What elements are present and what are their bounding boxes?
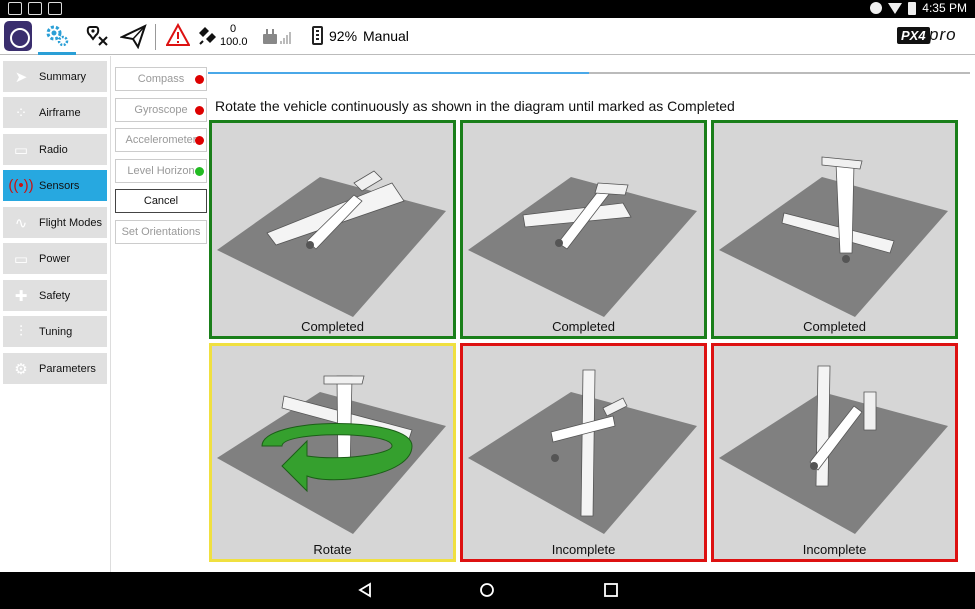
nav-label: Airframe (39, 106, 81, 119)
tile-status-label: Completed (803, 319, 866, 334)
orientation-tile: Incomplete (460, 343, 707, 562)
orientation-tile: Completed (209, 120, 456, 339)
recents-icon[interactable] (603, 582, 619, 603)
calibration-instructions: Rotate the vehicle continuously as shown… (215, 98, 735, 114)
gear-icon (46, 25, 69, 47)
paper-plane-icon: ➤ (14, 68, 28, 86)
android-navigation-bar (0, 572, 975, 609)
cancel-button[interactable]: Cancel (115, 189, 207, 213)
first-aid-icon: ✚ (14, 287, 28, 305)
home-icon[interactable] (479, 582, 495, 603)
nav-label: Flight Modes (39, 216, 102, 229)
nav-radio[interactable]: ▭ Radio (3, 134, 107, 165)
gps-satellite-count: 0 (230, 23, 237, 35)
nav-label: Parameters (39, 362, 96, 375)
orientation-tile: Completed (711, 120, 958, 339)
tile-status-label: Completed (301, 319, 364, 334)
gmail-notification-icon (28, 2, 42, 15)
status-dot-icon (195, 75, 204, 84)
flight-modes-icon: ∿ (14, 214, 28, 232)
nav-summary[interactable]: ➤ Summary (3, 61, 107, 92)
app-logo-icon[interactable] (4, 21, 32, 51)
nav-label: Tuning (39, 325, 73, 338)
battery-status-icon (908, 1, 917, 15)
airframe-icon: ⁘ (14, 104, 28, 122)
compass-button[interactable]: Compass (115, 67, 207, 91)
accelerometer-button[interactable]: Accelerometer (115, 128, 207, 152)
orientation-tile: Completed (460, 120, 707, 339)
nav-label: Radio (39, 143, 68, 156)
nav-power[interactable]: ▭ Power (3, 243, 107, 274)
satellite-icon[interactable] (196, 23, 218, 52)
fly-view-icon[interactable] (118, 23, 148, 54)
sensor-label: Accelerometer (125, 134, 197, 146)
gps-hdop: 100.0 (220, 36, 248, 48)
tile-status-label: Rotate (313, 542, 352, 557)
nav-safety[interactable]: ✚ Safety (3, 280, 107, 311)
clock: 4:35 PM (922, 1, 967, 15)
sensor-label: Gyroscope (134, 104, 188, 116)
gyroscope-button[interactable]: Gyroscope (115, 98, 207, 122)
sensor-label: Compass (137, 73, 185, 85)
nav-label: Summary (39, 70, 87, 83)
status-dot-icon (195, 167, 204, 176)
setup-navigation: ➤ Summary ⁘ Airframe ▭ Radio ((•)) Senso… (0, 56, 110, 572)
nav-label: Sensors (39, 179, 80, 192)
status-dot-icon (195, 106, 204, 115)
set-orientations-button[interactable]: Set Orientations (115, 220, 207, 244)
back-icon[interactable] (357, 582, 373, 603)
vehicle-setup-button[interactable] (38, 18, 76, 55)
nav-parameters[interactable]: ⚙ Parameters (3, 353, 107, 384)
tile-status-label: Incomplete (551, 542, 616, 557)
screenshot-notification-icon (8, 2, 22, 15)
android-status-bar: 4:35 PM (0, 0, 975, 18)
nav-label: Safety (39, 289, 71, 302)
orientation-tile: Incomplete (711, 343, 958, 562)
sensor-label: Level Horizon (127, 165, 195, 177)
sensors-icon: ((•)) (8, 177, 34, 194)
progress-fill (208, 72, 589, 74)
nav-airframe[interactable]: ⁘ Airframe (3, 97, 107, 128)
toolbar-separator (155, 24, 156, 50)
toolbar: 0 100.0 92% Manual PX4 pro (0, 18, 975, 55)
nav-label: Power (39, 252, 71, 265)
calibration-progress-bar (208, 72, 970, 74)
radio-transmitter-icon: ▭ (13, 141, 29, 159)
android-notification-icon (48, 2, 62, 15)
nav-sensors[interactable]: ((•)) Sensors (3, 170, 107, 201)
gears-icon: ⚙ (14, 360, 28, 378)
level-horizon-button[interactable]: Level Horizon (115, 159, 207, 183)
px4-logo-suffix: pro (929, 25, 957, 44)
nav-tuning[interactable]: ⫶ Tuning (3, 316, 107, 347)
orientation-tile: Rotate (209, 343, 456, 562)
sensor-list: Compass Gyroscope Accelerometer Level Ho… (110, 56, 208, 572)
flight-mode[interactable]: Manual (363, 28, 409, 44)
px4-logo-badge: PX4 (897, 27, 930, 44)
calibration-panel: Rotate the vehicle continuously as shown… (208, 56, 975, 572)
wifi-icon (888, 2, 903, 14)
plan-view-icon[interactable] (85, 23, 111, 54)
battery-icon[interactable] (312, 26, 323, 45)
do-not-disturb-icon (870, 2, 883, 14)
tile-status-label: Incomplete (802, 542, 867, 557)
rc-transmitter-icon[interactable] (262, 28, 296, 51)
status-dot-icon (195, 136, 204, 145)
sliders-icon: ⫶ (19, 323, 23, 340)
tile-status-label: Completed (552, 319, 615, 334)
warning-icon[interactable] (165, 22, 191, 52)
nav-flight-modes[interactable]: ∿ Flight Modes (3, 207, 107, 238)
battery-icon: ▭ (13, 250, 29, 268)
battery-percent: 92% (329, 28, 358, 44)
